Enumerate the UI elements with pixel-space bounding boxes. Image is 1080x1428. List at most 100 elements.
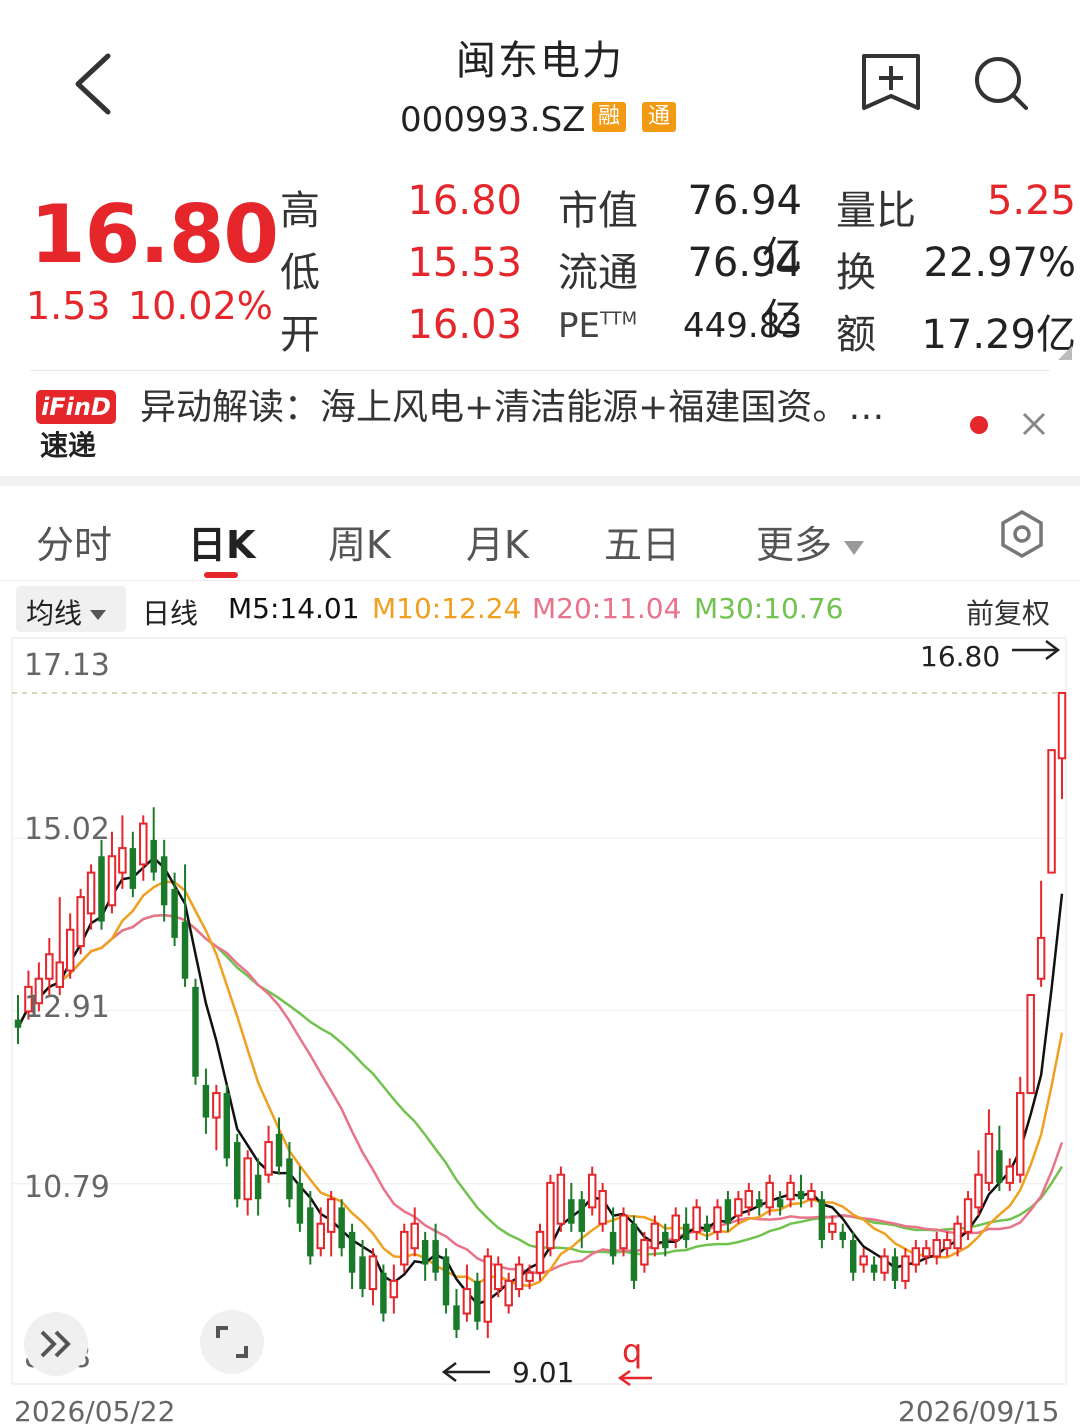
candle-body	[963, 1198, 973, 1233]
candle-body	[483, 1255, 493, 1323]
candle-body	[474, 1280, 481, 1322]
candle-body	[786, 1181, 795, 1201]
candle-body	[212, 1092, 221, 1119]
low-value: 15.53	[407, 240, 522, 286]
svg-text:q: q	[622, 1334, 642, 1370]
tab-intraday[interactable]: 分时	[36, 514, 112, 569]
ifind-sub-label: 速递	[40, 429, 97, 462]
candle-body	[984, 1132, 994, 1184]
candle-body	[86, 871, 96, 915]
tab-five-day[interactable]: 五日	[604, 514, 680, 569]
ma20-line	[16, 913, 1064, 1275]
candle-body	[432, 1240, 439, 1273]
candle-body	[453, 1305, 460, 1330]
candle-body	[650, 1222, 660, 1250]
adjust-mode-button[interactable]: 前复权	[966, 592, 1050, 632]
pe-label: PETTM	[558, 306, 638, 346]
open-label: 开	[280, 312, 320, 358]
candle-body	[640, 1239, 649, 1266]
candle-body	[107, 855, 117, 907]
candle-body	[181, 921, 189, 979]
tab-more[interactable]: 更多	[756, 514, 865, 569]
ma20-value: M20:11.04	[532, 592, 682, 625]
dropdown-arrow-icon	[844, 540, 865, 555]
turnover-value: 22.97%	[923, 240, 1076, 286]
kline-chart[interactable]	[0, 636, 1080, 1388]
candle-body	[556, 1173, 566, 1225]
candle-body	[619, 1214, 628, 1250]
y-tick-label: 17.13	[24, 648, 110, 683]
open-value: 16.03	[407, 302, 522, 348]
candle-body	[316, 1222, 325, 1250]
candle-body	[139, 822, 148, 866]
candle-body	[744, 1190, 754, 1209]
unread-dot-icon	[970, 416, 988, 434]
ma30-line	[16, 913, 1064, 1256]
candle-body	[275, 1133, 283, 1167]
candle-body	[870, 1264, 878, 1273]
fullscreen-button[interactable]	[200, 1310, 264, 1374]
candle-body	[901, 1255, 910, 1282]
candle-body	[974, 1173, 983, 1209]
chart-settings-button[interactable]	[996, 508, 1048, 564]
search-button[interactable]	[972, 54, 1032, 118]
connect-tag: 通	[642, 102, 676, 132]
candle-body	[807, 1190, 816, 1201]
candle-body	[839, 1231, 846, 1241]
volume-ratio-value: 5.25	[986, 178, 1076, 224]
stock-code: 000993.SZ	[400, 100, 586, 140]
candle-body	[546, 1181, 555, 1250]
divider	[30, 370, 1050, 371]
candle-body	[525, 1271, 534, 1282]
search-icon	[972, 57, 1032, 118]
candle-body	[598, 1190, 607, 1225]
price-change-pct: 10.02%	[128, 284, 273, 328]
x-end-date: 2026/09/15	[898, 1395, 1060, 1428]
section-gap	[0, 476, 1080, 486]
period-label: 日线	[142, 597, 199, 630]
candle-body	[859, 1255, 868, 1266]
candle-body	[160, 856, 168, 906]
event-marker-icon[interactable]: q	[616, 1334, 656, 1386]
candle-body	[243, 1157, 252, 1201]
amount-label: 额	[836, 312, 876, 358]
ma10-value: M10:12.24	[372, 592, 522, 625]
add-watchlist-button[interactable]	[860, 52, 922, 116]
expand-panel-button[interactable]	[24, 1312, 88, 1376]
candle-body	[756, 1199, 763, 1208]
candle-body	[223, 1093, 231, 1159]
tab-weekly-k[interactable]: 周K	[328, 514, 391, 569]
news-headline[interactable]: 异动解读：海上风电+清洁能源+福建国资。…	[140, 378, 884, 430]
expand-corner-icon[interactable]	[1058, 346, 1072, 360]
candle-body	[254, 1174, 262, 1200]
candle-body	[1005, 1165, 1015, 1184]
candle-body	[296, 1182, 304, 1224]
candle-body	[776, 1199, 784, 1208]
candle-body	[348, 1231, 356, 1273]
y-tick-label: 15.02	[24, 812, 110, 847]
tab-daily-k[interactable]: 日K	[188, 514, 255, 569]
candle-body	[797, 1191, 805, 1200]
candle-body	[202, 1084, 210, 1118]
tab-monthly-k[interactable]: 月K	[466, 514, 529, 569]
fullscreen-icon	[200, 1326, 264, 1378]
candle-body	[568, 1199, 575, 1224]
candle-body	[118, 847, 127, 874]
candle-body	[828, 1222, 837, 1233]
candle-body	[535, 1230, 545, 1274]
candle-body	[587, 1173, 597, 1209]
ma30-value: M30:10.76	[694, 592, 844, 625]
candle-body	[55, 961, 64, 988]
low-marker-label: 9.01	[512, 1356, 575, 1389]
y-tick-label: 10.79	[24, 1170, 110, 1205]
close-news-button[interactable]	[1018, 408, 1050, 444]
ma-selector-label: 均线	[26, 592, 107, 632]
high-marker-label: 16.80	[920, 640, 1001, 673]
candle-body	[880, 1255, 889, 1274]
candle-body	[765, 1181, 774, 1209]
candle-body	[942, 1239, 952, 1250]
float-cap-label: 流通	[558, 250, 638, 296]
candle-body	[692, 1206, 701, 1233]
x-start-date: 2026/05/22	[14, 1395, 176, 1428]
candle-body	[98, 856, 105, 922]
